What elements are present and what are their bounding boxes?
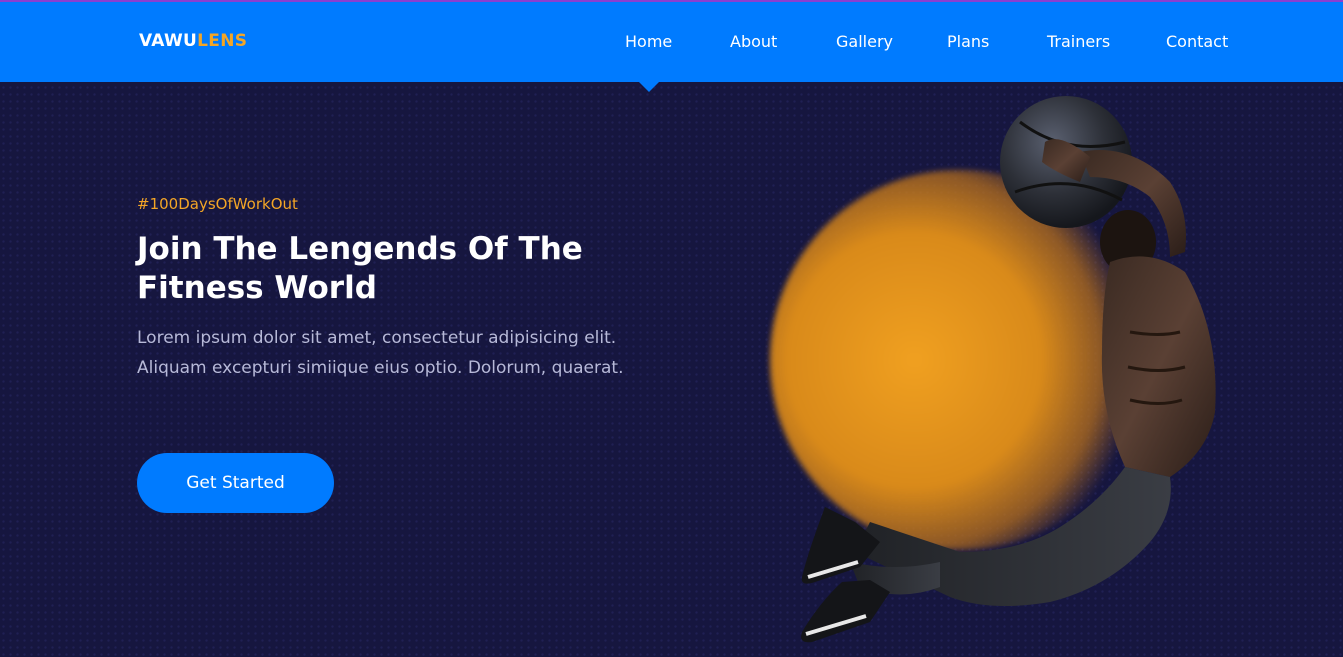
nav-link-home[interactable]: Home — [625, 32, 672, 51]
hero-headline: Join The Lengends Of The Fitness World — [137, 231, 583, 306]
active-nav-indicator — [638, 81, 660, 92]
hero-tagline: #100DaysOfWorkOut — [137, 195, 298, 213]
nav-link-contact[interactable]: Contact — [1166, 32, 1228, 51]
get-started-button[interactable]: Get Started — [137, 453, 334, 513]
nav-link-trainers[interactable]: Trainers — [1047, 32, 1110, 51]
nav-link-gallery[interactable]: Gallery — [836, 32, 893, 51]
nav-link-about[interactable]: About — [730, 32, 777, 51]
main-nav: Home About Gallery Plans Trainers Contac… — [0, 32, 1343, 54]
navbar: VAWULENS Home About Gallery Plans Traine… — [0, 0, 1343, 82]
athlete-image — [801, 96, 1216, 643]
nav-link-plans[interactable]: Plans — [947, 32, 989, 51]
hero-description: Lorem ipsum dolor sit amet, consectetur … — [137, 328, 624, 378]
